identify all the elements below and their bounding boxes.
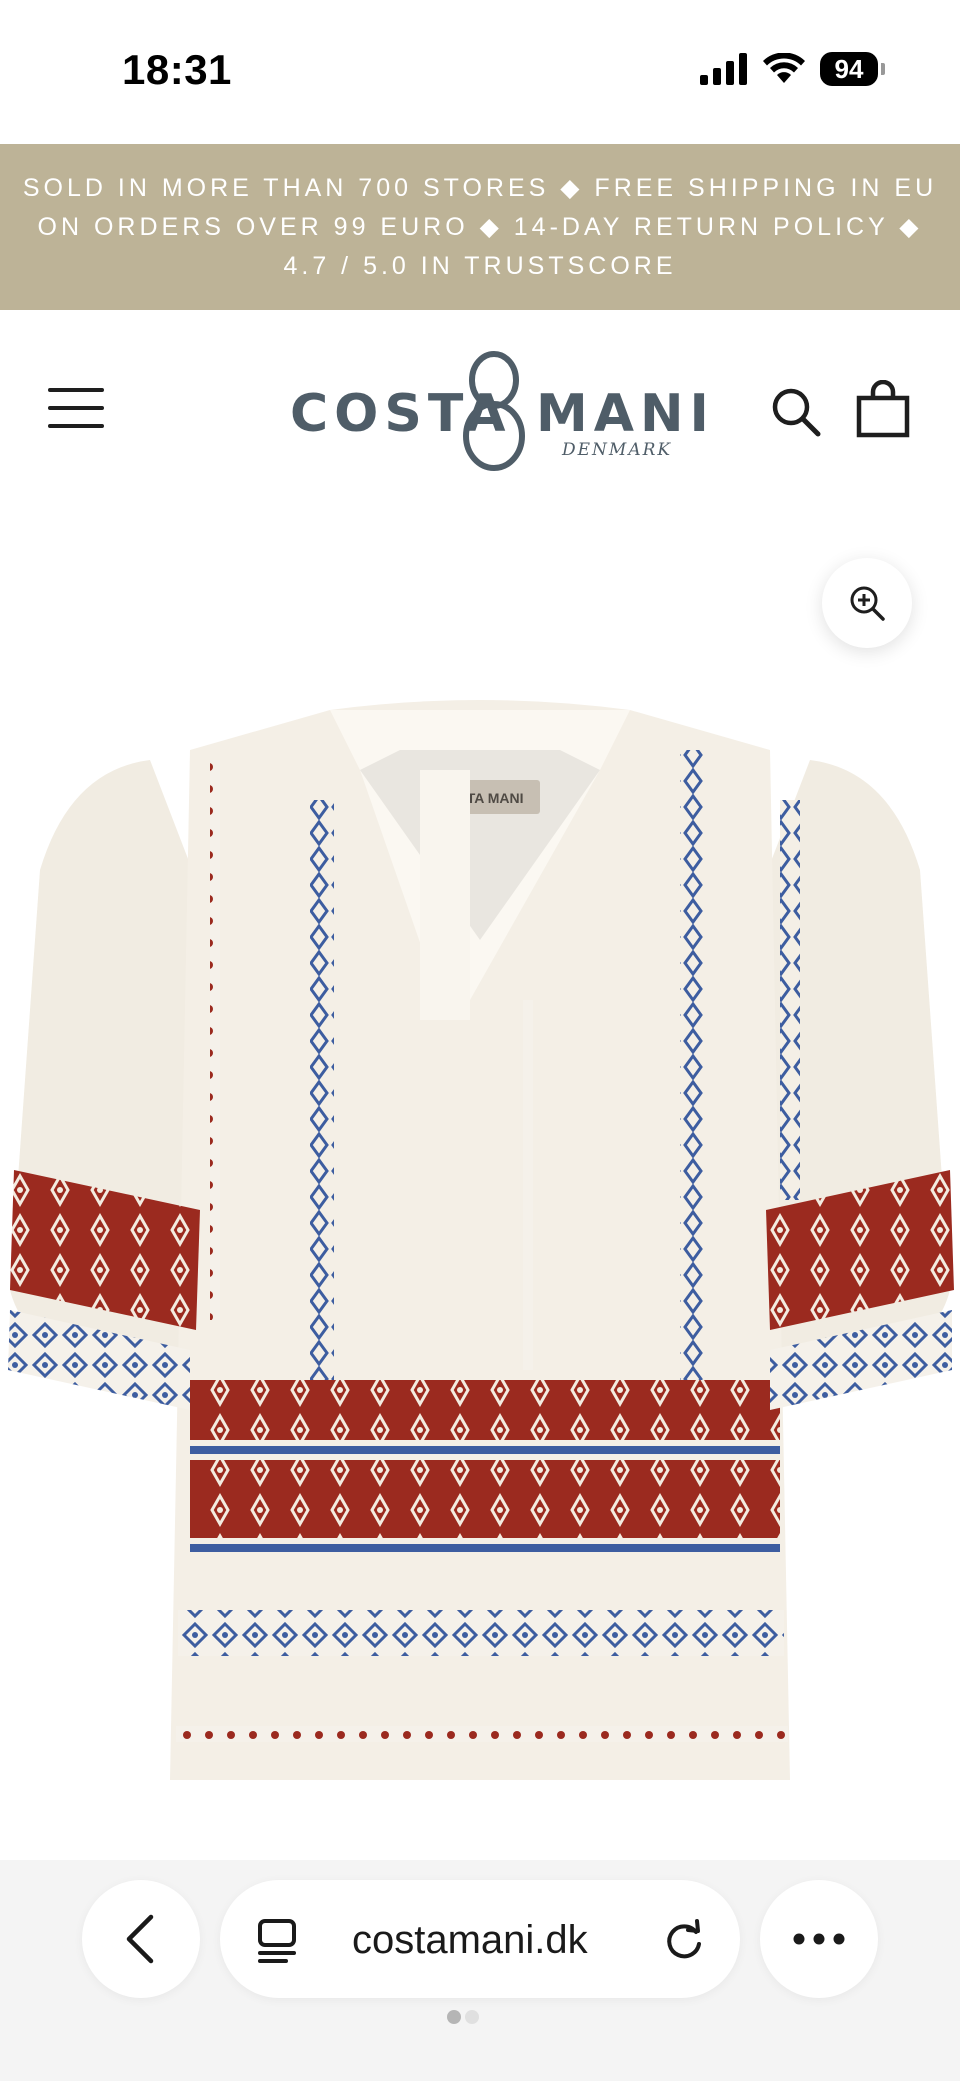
chevron-left-icon — [126, 1914, 154, 1964]
status-bar: 18:31 94 — [0, 0, 960, 144]
address-bar[interactable]: costamani.dk — [220, 1880, 740, 1998]
zoom-in-icon — [850, 586, 885, 621]
product-gallery: COSTA MANI — [0, 510, 960, 1860]
page-dot-1[interactable] — [447, 2010, 461, 2024]
hamburger-menu-icon[interactable] — [48, 388, 104, 428]
announcement-text: SOLD IN MORE THAN 700 STORES ◆ FREE SHIP… — [22, 173, 938, 280]
more-dots-icon — [793, 1933, 845, 1945]
logo-subtitle: DENMARK — [562, 440, 673, 460]
reload-icon[interactable] — [662, 1918, 706, 1962]
status-indicators: 94 — [700, 52, 885, 86]
site-header: COSTA MANI DENMARK — [0, 310, 960, 510]
search-icon[interactable] — [770, 386, 822, 438]
status-time: 18:31 — [122, 46, 232, 93]
cellular-signal-icon — [700, 53, 747, 85]
brand-logo[interactable]: COSTA MANI DENMARK — [290, 350, 709, 471]
browser-toolbar: costamani.dk — [0, 1860, 960, 2081]
page-indicator — [0, 2010, 960, 2024]
more-options-button[interactable] — [760, 1880, 878, 1998]
logo-text-right: MANI — [536, 384, 715, 444]
announcement-bar: SOLD IN MORE THAN 700 STORES ◆ FREE SHIP… — [0, 144, 960, 310]
url-text: costamani.dk — [352, 1918, 588, 1962]
tabs-icon[interactable] — [256, 1918, 302, 1964]
back-button[interactable] — [82, 1880, 200, 1998]
battery-indicator: 94 — [820, 52, 885, 86]
page-dot-2[interactable] — [465, 2010, 479, 2024]
logo-eight-icon — [463, 351, 525, 471]
wifi-icon — [763, 53, 805, 83]
shopping-bag-icon[interactable] — [856, 380, 910, 438]
zoom-button[interactable] — [822, 558, 912, 648]
product-image[interactable]: COSTA MANI — [0, 690, 960, 1780]
